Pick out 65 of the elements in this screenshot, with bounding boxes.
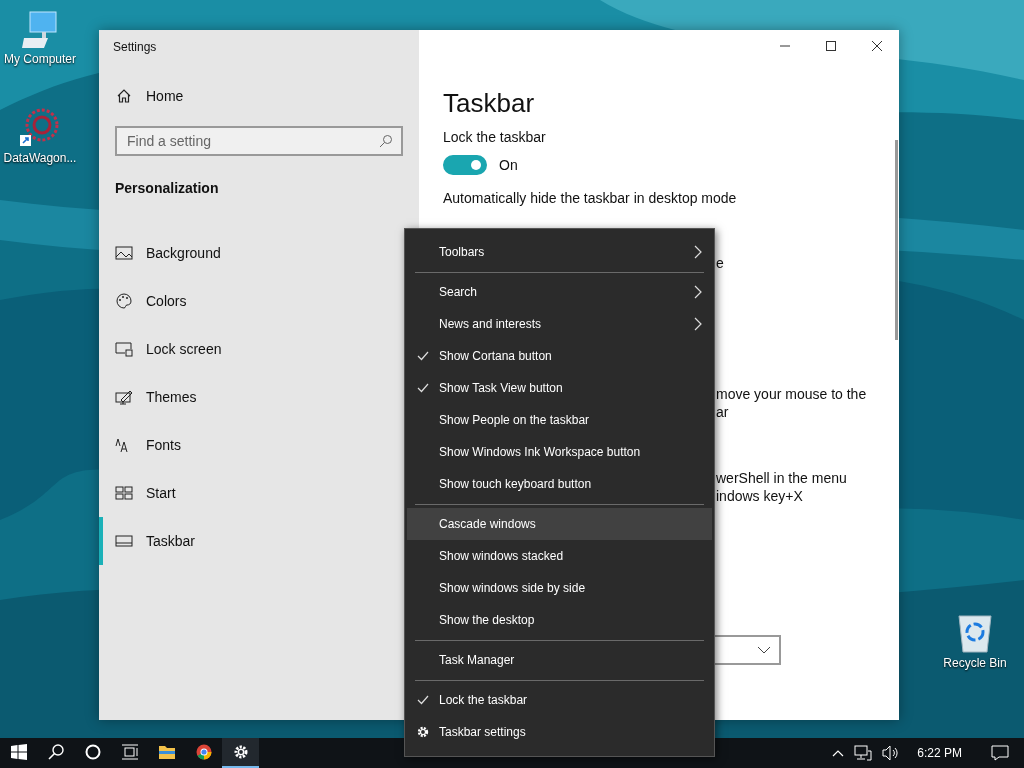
icon-label: Recycle Bin [943,656,1007,670]
chevron-up-icon[interactable] [832,749,845,757]
setting-text: indows key+X [716,487,804,505]
browser-icon [195,744,212,760]
menu-item[interactable]: Cascade windows [407,508,712,540]
menu-item[interactable]: Toolbars [407,236,712,268]
computer-icon[interactable] [22,10,58,50]
background-icon [115,245,133,261]
checkmark-icon [417,351,429,361]
clock[interactable]: 6:22 PM [917,746,962,760]
search-field[interactable]: Find a setting [115,126,403,156]
setting-text: werShell in the menu [716,469,848,487]
lock-icon [115,341,133,357]
network-icon[interactable] [854,745,873,761]
menu-item[interactable]: News and interests [407,308,712,340]
menu-item[interactable]: Task Manager [407,644,712,676]
toggle-state: On [499,156,518,174]
chevron-right-icon [694,317,702,331]
menu-item[interactable]: Show People on the taskbar [407,404,712,436]
recycle-bin-icon[interactable] [955,612,995,654]
close-icon[interactable] [871,40,883,52]
section-heading: Personalization [115,180,220,196]
setting-text: move your mouse to the [716,385,868,403]
gear-icon [232,744,249,760]
window-title: Settings [113,40,158,54]
page-title: Taskbar [443,88,536,118]
menu-item[interactable]: Show windows side by side [407,572,712,604]
home-link[interactable]: Home [116,88,419,104]
setting-text: ar [716,403,730,421]
menu-item[interactable]: Show Cortana button [407,340,712,372]
chevron-down-icon [757,646,771,654]
taskbar-icon [115,533,133,549]
menu-item[interactable]: Show Windows Ink Workspace button [407,436,712,468]
scrollbar[interactable] [895,140,898,340]
icon-label: My Computer [4,52,76,66]
colors-icon [115,293,133,309]
menu-item[interactable]: Show Task View button [407,372,712,404]
task-view-icon [120,744,139,760]
menu-item[interactable]: Lock the taskbar [407,684,712,716]
maximize-icon[interactable] [825,40,837,52]
volume-icon[interactable] [882,745,901,761]
windows-logo-icon [10,744,27,760]
themes-icon [115,389,133,405]
search-icon [47,744,64,760]
menu-item[interactable]: Show touch keyboard button [407,468,712,500]
taskbar-button[interactable] [222,738,259,768]
checkmark-icon [417,383,429,393]
menu-item[interactable]: Search [407,276,712,308]
search-icon [379,134,393,148]
menu-item[interactable]: Show the desktop [407,604,712,636]
gear-icon [416,725,430,739]
chevron-right-icon [694,285,702,299]
menu-item[interactable]: Taskbar settings [407,716,712,748]
toggle-switch[interactable] [443,155,487,175]
home-icon [116,88,132,104]
start-icon [115,485,133,501]
circle-icon [84,744,101,760]
notification-icon[interactable] [991,745,1009,761]
setting-label: Automatically hide the taskbar in desktop mode [443,189,738,207]
checkmark-icon [417,695,429,705]
setting-label: Lock the taskbar [443,128,547,146]
setting-text: e [716,254,725,272]
chevron-right-icon [694,245,702,259]
icon-label: DataWagon... [3,151,77,165]
folder-icon [157,744,176,760]
